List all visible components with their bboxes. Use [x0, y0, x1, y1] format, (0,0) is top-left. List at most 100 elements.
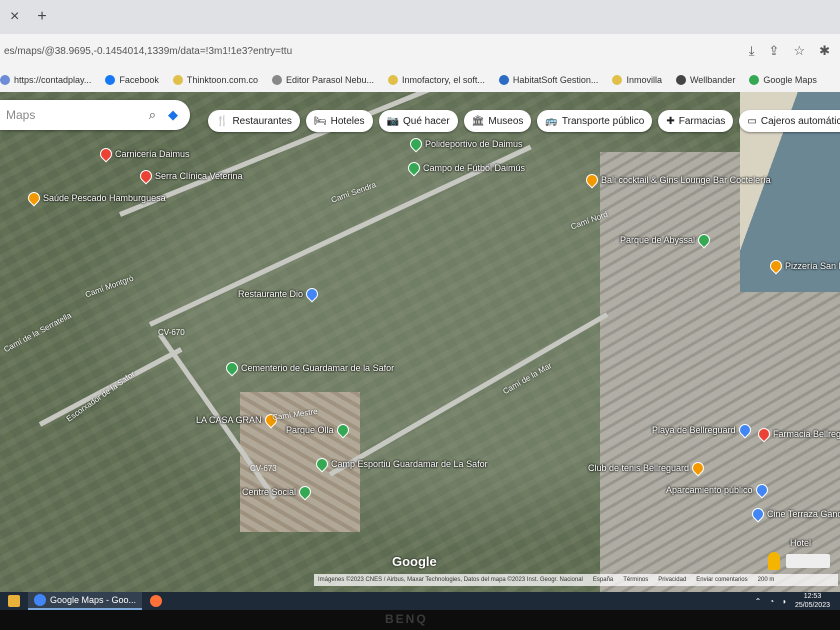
chip-hoteles[interactable]: 🛏 Hoteles	[305, 110, 373, 132]
search-input[interactable]: Maps	[6, 108, 149, 122]
search-icon[interactable]: ⌕	[149, 107, 156, 123]
map-pin-icon	[753, 481, 771, 499]
camera-icon: 📷	[386, 115, 399, 127]
map-pin-icon	[97, 145, 115, 163]
road-shield: CV-670	[158, 328, 185, 337]
tab-strip: × +	[0, 0, 840, 34]
bookmark-site-icon	[0, 75, 10, 85]
download-icon[interactable]: ⤓	[749, 43, 755, 59]
bookmark-star-icon[interactable]: ☆	[793, 43, 805, 59]
hotel-icon: 🛏	[313, 115, 327, 127]
transit-icon: 🚌	[545, 115, 558, 127]
extensions-icon[interactable]: ✱	[819, 43, 830, 59]
map-pin-icon	[405, 159, 423, 177]
bookmark-site-icon	[498, 75, 509, 85]
map-place-pin[interactable]: Campo de Fútbol Daimús	[405, 159, 525, 177]
road-shield: CV-673	[250, 464, 277, 473]
map-place-pin[interactable]: Camp Esportiu Guardamar de La Safor	[313, 455, 488, 473]
clock-date: 25/05/2023	[794, 602, 830, 609]
system-tray: ⌃ ◔ ◗ 12:53 25/05/2023	[755, 592, 830, 610]
scale-bar: 200 m	[757, 577, 775, 583]
map-place-pin[interactable]: Parque Olla	[286, 421, 352, 439]
map-place-pin[interactable]: Restaurante Dio	[238, 285, 321, 303]
footer-link[interactable]: España	[593, 577, 613, 583]
street-label: Camí de la Serratella	[2, 310, 73, 355]
map-pin-icon	[755, 425, 773, 443]
pharmacy-icon: ✚	[666, 115, 675, 127]
clock-time: 12:53	[803, 593, 822, 600]
map-place-pin[interactable]: Cementerio de Guardamar de la Safor	[223, 359, 394, 377]
network-icon[interactable]: ◔	[769, 597, 774, 606]
taskbar-explorer[interactable]	[8, 595, 20, 607]
map-place-pin[interactable]: Playa de Bellreguard	[652, 421, 754, 439]
chip-cajeros[interactable]: ▭Cajeros automáticos	[739, 110, 840, 132]
taskbar-firefox[interactable]	[150, 595, 163, 607]
street-label: Camí de la Mar	[501, 360, 554, 397]
map-pin-icon	[749, 505, 767, 523]
browser-window: × + es/maps/@38.9695,-0.1454014,1339m/da…	[0, 0, 840, 610]
map-place-pin[interactable]: LA CASA GRAN	[196, 411, 280, 429]
taskbar: Google Maps - Goo... ⌃ ◔ ◗ 12:53 25/05/2…	[0, 592, 840, 610]
chip-farmacias[interactable]: ✚ Farmacias	[658, 110, 734, 132]
map-place-pin[interactable]: Hotel	[790, 538, 811, 548]
map-place-pin[interactable]: Serra Clínica Veterina	[137, 167, 243, 185]
footer-link[interactable]: Términos	[623, 577, 648, 583]
bookmark-site-icon	[172, 75, 183, 85]
chip-que-hacer[interactable]: 📷 Qué hacer	[378, 110, 458, 132]
bookmark-item[interactable]: Wellbander	[675, 75, 735, 85]
bookmark-site-icon	[675, 75, 686, 85]
road	[328, 312, 609, 477]
tab-close-icon[interactable]: ×	[10, 8, 19, 26]
chip-museos[interactable]: 🏛 Museos	[463, 110, 532, 132]
maps-search-box[interactable]: Maps ⌕ ◆	[0, 100, 190, 130]
bookmark-item[interactable]: Editor Parasol Nebu...	[271, 75, 374, 85]
bookmark-item[interactable]: Inmofactory, el soft...	[388, 75, 485, 85]
map-place-pin[interactable]: Centre Social	[242, 483, 314, 501]
map-pin-icon	[223, 359, 241, 377]
monitor-brand: BENQ	[385, 612, 428, 626]
bookmark-item[interactable]: https://contadplay...	[0, 75, 91, 85]
bookmarks-bar: https://contadplay... Facebook Thinktoon…	[0, 68, 840, 93]
url-field[interactable]: es/maps/@38.9695,-0.1454014,1339m/data=!…	[4, 46, 664, 57]
bookmark-item[interactable]: Google Maps	[749, 75, 817, 85]
map-place-pin[interactable]: Club de tenis Bellreguard	[588, 459, 707, 477]
map-place-pin[interactable]: Carnicería Daimus	[97, 145, 190, 163]
map-pin-icon	[695, 231, 713, 249]
map-place-pin[interactable]: Parque de Abyssal	[620, 231, 713, 249]
omnibox-actions: ⤓ ⇪ ☆ ✱	[749, 43, 830, 59]
map-place-pin[interactable]: Aparcamiento público	[666, 481, 771, 499]
map-place-pin[interactable]: Polideportivo de Daimus	[407, 135, 523, 153]
google-logo: Google	[392, 554, 437, 569]
taskbar-chrome[interactable]: Google Maps - Goo...	[28, 592, 143, 610]
bookmark-item[interactable]: Inmovilla	[612, 75, 662, 85]
bookmark-item[interactable]: HabitatSoft Gestion...	[498, 75, 598, 85]
map-pin-icon	[407, 135, 425, 153]
satellite-map[interactable]: Maps ⌕ ◆ 🍴 Restaurantes 🛏 Hoteles 📷 Qué hac…	[0, 92, 840, 592]
chip-transporte[interactable]: 🚌 Transporte público	[537, 110, 653, 132]
map-place-pin[interactable]: Cine Terraza Gandia	[749, 505, 840, 523]
atm-icon: ▭	[747, 115, 757, 127]
map-pin-icon	[583, 171, 601, 189]
volume-icon[interactable]: ◗	[782, 597, 787, 606]
new-tab-button[interactable]: +	[37, 8, 46, 26]
bookmark-item[interactable]: Thinktoon.com.co	[172, 75, 258, 85]
map-place-pin[interactable]: Pizzería San M	[767, 257, 840, 275]
map-place-pin[interactable]: Farmacia Bellreguard	[755, 425, 840, 443]
pegman-icon[interactable]	[768, 552, 780, 570]
imagery-toggle[interactable]	[786, 554, 830, 568]
bookmark-item[interactable]: Facebook	[105, 75, 159, 85]
map-attribution: Imágenes ©2023 CNES / Airbus, Maxar Tech…	[314, 574, 838, 586]
tray-chevron-icon[interactable]: ⌃	[755, 597, 762, 606]
bookmark-site-icon	[388, 75, 399, 85]
share-icon[interactable]: ⇪	[769, 43, 780, 59]
map-place-pin[interactable]: Saúde Pescado Hamburguesa	[25, 189, 166, 207]
chip-restaurantes[interactable]: 🍴 Restaurantes	[208, 110, 300, 132]
facebook-icon	[105, 75, 116, 85]
clock[interactable]: 12:53 25/05/2023	[795, 592, 830, 610]
street-label: Camí Sendra	[329, 180, 378, 205]
google-maps-icon	[749, 75, 760, 85]
directions-icon[interactable]: ◆	[168, 107, 178, 123]
footer-link[interactable]: Enviar comentarios	[696, 577, 747, 583]
footer-link[interactable]: Privacidad	[658, 577, 686, 583]
map-place-pin[interactable]: Bali cocktail & Gins Lounge Bar Cocteler…	[583, 171, 771, 189]
